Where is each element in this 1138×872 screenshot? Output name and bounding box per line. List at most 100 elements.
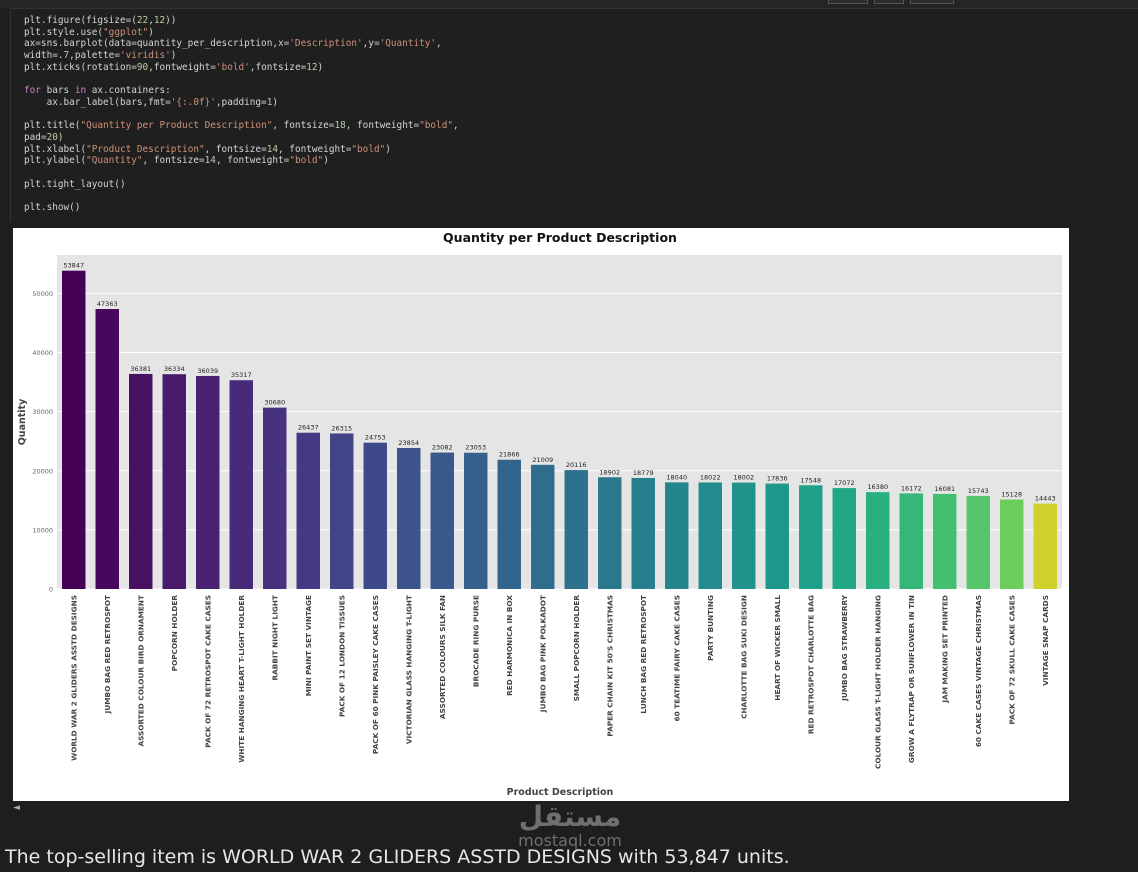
bar bbox=[966, 495, 990, 589]
x-axis-label: Product Description bbox=[507, 787, 614, 798]
bar-value-label: 16081 bbox=[934, 485, 955, 493]
bar bbox=[598, 477, 622, 589]
bar-value-label: 15128 bbox=[1001, 491, 1022, 499]
bar bbox=[263, 407, 287, 589]
x-tick-label: PACK OF 12 LONDON TISSUES bbox=[337, 595, 346, 717]
bar bbox=[899, 493, 923, 589]
y-tick-label: 20000 bbox=[32, 467, 53, 475]
bar-value-label: 36039 bbox=[197, 367, 218, 375]
x-tick-label: JUMBO BAG STRAWBERRY bbox=[840, 594, 849, 702]
bar bbox=[732, 482, 756, 589]
x-tick-label: LUNCH BAG RED RETROSPOT bbox=[639, 595, 648, 714]
bar bbox=[866, 492, 890, 589]
code-line: width=.7,palette='viridis') bbox=[24, 50, 177, 62]
x-tick-label: RABBIT NIGHT LIGHT bbox=[270, 595, 279, 681]
bar-value-label: 18040 bbox=[666, 473, 687, 481]
toolbar-button[interactable] bbox=[910, 0, 954, 4]
x-tick-label: COLOUR GLASS T-LIGHT HOLDER HANGING bbox=[873, 595, 882, 769]
watermark-arabic: مستقل bbox=[518, 800, 622, 833]
y-tick-label: 0 bbox=[49, 586, 53, 594]
x-tick-label: CHARLOTTE BAG SUKI DESIGN bbox=[739, 595, 748, 719]
chart-title: Quantity per Product Description bbox=[443, 230, 677, 245]
x-tick-label: ASSORTED COLOUR BIRD ORNAMENT bbox=[136, 595, 145, 747]
bar-value-label: 35317 bbox=[231, 371, 252, 379]
y-tick-label: 40000 bbox=[32, 349, 53, 357]
bar bbox=[95, 309, 119, 589]
bar bbox=[229, 380, 253, 589]
code-line: plt.show() bbox=[24, 202, 81, 213]
bar-value-label: 17548 bbox=[800, 476, 821, 484]
bar bbox=[62, 270, 86, 589]
bar-value-label: 21009 bbox=[532, 456, 553, 464]
bar-value-label: 23854 bbox=[398, 439, 419, 447]
code-line: plt.xticks(rotation=90,fontweight='bold'… bbox=[24, 61, 324, 73]
x-tick-label: PARTY BUNTING bbox=[706, 595, 715, 661]
x-tick-label: PACK OF 60 PINK PAISLEY CAKE CASES bbox=[371, 595, 380, 754]
bar-value-label: 16172 bbox=[901, 484, 922, 492]
x-tick-label: BROCADE RING PURSE bbox=[471, 595, 480, 687]
x-tick-label: JUMBO BAG RED RETROSPOT bbox=[103, 595, 112, 714]
x-tick-label: MINI PAINT SET VINTAGE bbox=[304, 595, 313, 696]
bar-value-label: 26315 bbox=[331, 424, 352, 432]
bar-value-label: 15743 bbox=[968, 487, 989, 495]
bar bbox=[430, 452, 454, 589]
bar-value-label: 17072 bbox=[834, 479, 855, 487]
bar bbox=[698, 482, 722, 589]
code-cell[interactable]: plt.figure(figsize=(22,12)) plt.style.use… bbox=[10, 8, 1138, 222]
bar bbox=[765, 483, 789, 589]
x-tick-label: VINTAGE SNAP CARDS bbox=[1041, 595, 1050, 686]
toolbar-strip bbox=[0, 0, 1138, 8]
x-tick-label: WHITE HANGING HEART T-LIGHT HOLDER bbox=[237, 595, 246, 763]
y-ticks-group: 0 10000 20000 30000 40000 50000 bbox=[32, 290, 53, 594]
watermark-logo: مستقل mostaql.com bbox=[500, 800, 640, 849]
toolbar-button[interactable] bbox=[874, 0, 904, 4]
bar bbox=[1033, 503, 1057, 589]
y-tick-label: 50000 bbox=[32, 290, 53, 298]
code-line: plt.style.use("ggplot") bbox=[24, 26, 154, 38]
y-tick-label: 30000 bbox=[32, 408, 53, 416]
bar bbox=[296, 432, 320, 589]
bar bbox=[464, 452, 488, 589]
toolbar-button[interactable] bbox=[828, 0, 868, 4]
bar-value-label: 53847 bbox=[63, 262, 84, 270]
x-tick-label: JUMBO BAG PINK POLKADOT bbox=[538, 595, 547, 713]
x-tick-label: JAM MAKING SET PRINTED bbox=[940, 595, 949, 704]
bar-value-label: 14443 bbox=[1035, 495, 1056, 503]
summary-text: The top-selling item is WORLD WAR 2 GLID… bbox=[5, 846, 790, 868]
bar-value-label: 20116 bbox=[566, 461, 587, 469]
x-tick-label: RED HARMONICA IN BOX bbox=[505, 595, 514, 696]
code-line: plt.tight_layout() bbox=[24, 178, 126, 190]
bar bbox=[397, 447, 421, 589]
code-editor[interactable]: plt.figure(figsize=(22,12)) plt.style.use… bbox=[24, 15, 459, 214]
bar-value-label: 24753 bbox=[365, 434, 386, 442]
bar bbox=[1000, 499, 1024, 589]
chart-figure: 53847 47363 36381 36334 36039 35317 30680 26437… bbox=[13, 228, 1069, 801]
bar-value-label: 23082 bbox=[432, 444, 453, 452]
scroll-left-icon[interactable]: ◄ bbox=[13, 803, 20, 813]
code-line: ax.bar_label(bars,fmt='{:.0f}',padding=1… bbox=[24, 96, 279, 108]
y-tick-label: 10000 bbox=[32, 526, 53, 534]
y-axis-label: Quantity bbox=[17, 398, 28, 445]
bar bbox=[933, 493, 957, 589]
bar bbox=[497, 459, 521, 589]
x-tick-label: PAPER CHAIN KIT 50'S CHRISTMAS bbox=[605, 595, 614, 737]
x-tick-label: VICTORIAN GLASS HANGING T-LIGHT bbox=[404, 595, 413, 744]
bar bbox=[196, 375, 220, 589]
bar-value-label: 21866 bbox=[499, 451, 520, 459]
x-tick-label: PACK OF 72 SKULL CAKE CASES bbox=[1007, 595, 1016, 725]
bar bbox=[330, 433, 354, 589]
bar bbox=[363, 442, 387, 589]
x-tick-label: SMALL POPCORN HOLDER bbox=[572, 595, 581, 702]
bar-value-label: 18779 bbox=[633, 469, 654, 477]
x-tick-label: PACK OF 72 RETROSPOT CAKE CASES bbox=[203, 595, 212, 748]
code-line: plt.title("Quantity per Product Descript… bbox=[24, 120, 459, 132]
bar-value-label: 36381 bbox=[130, 365, 151, 373]
bar-value-label: 47363 bbox=[97, 300, 118, 308]
bar bbox=[564, 470, 588, 589]
bar bbox=[665, 482, 689, 589]
code-line: plt.ylabel("Quantity", fontsize=14, font… bbox=[24, 155, 329, 167]
bar bbox=[832, 488, 856, 589]
